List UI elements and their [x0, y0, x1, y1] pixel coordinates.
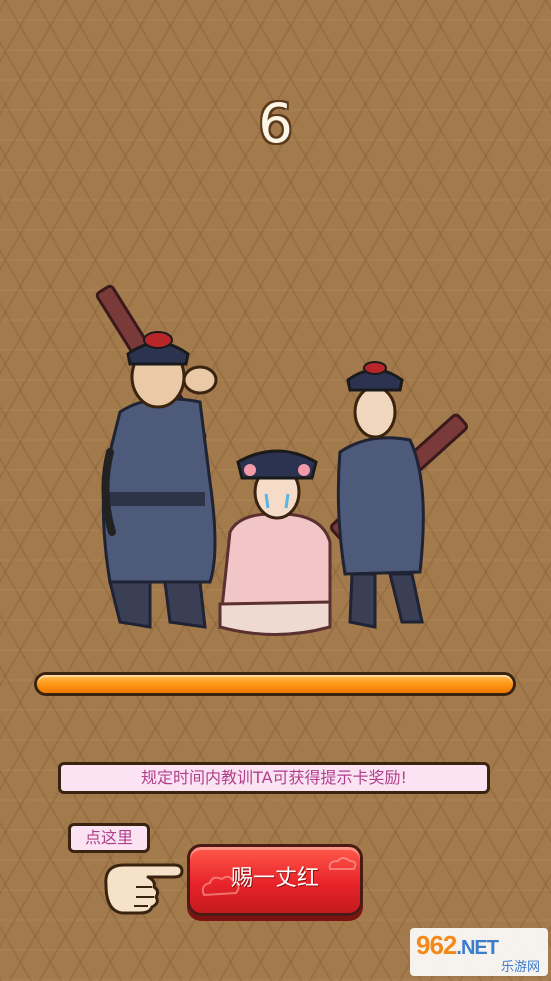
countdown-timer: 6: [258, 92, 293, 155]
punishment-scene-illustration: [95, 284, 469, 636]
reward-tip-banner: 规定时间内教训TA可获得提示卡奖励!: [58, 762, 490, 794]
watermark-site-name: 乐游网: [500, 960, 540, 975]
punish-action-button-label: 赐一丈红: [230, 866, 319, 891]
progress-bar-fill: [37, 675, 513, 693]
punish-action-button[interactable]: 赐一丈红: [187, 844, 363, 916]
kneeling-girl-figure: [218, 449, 332, 636]
left-guard-figure: [95, 284, 218, 629]
site-watermark: 962.NET 乐游网: [410, 928, 548, 976]
pointing-hand-icon: [104, 863, 184, 915]
right-guard-figure: [329, 361, 469, 629]
click-here-label: 点这里: [68, 823, 150, 853]
watermark-logo: 962.NET: [416, 930, 499, 960]
progress-bar: [34, 672, 516, 696]
